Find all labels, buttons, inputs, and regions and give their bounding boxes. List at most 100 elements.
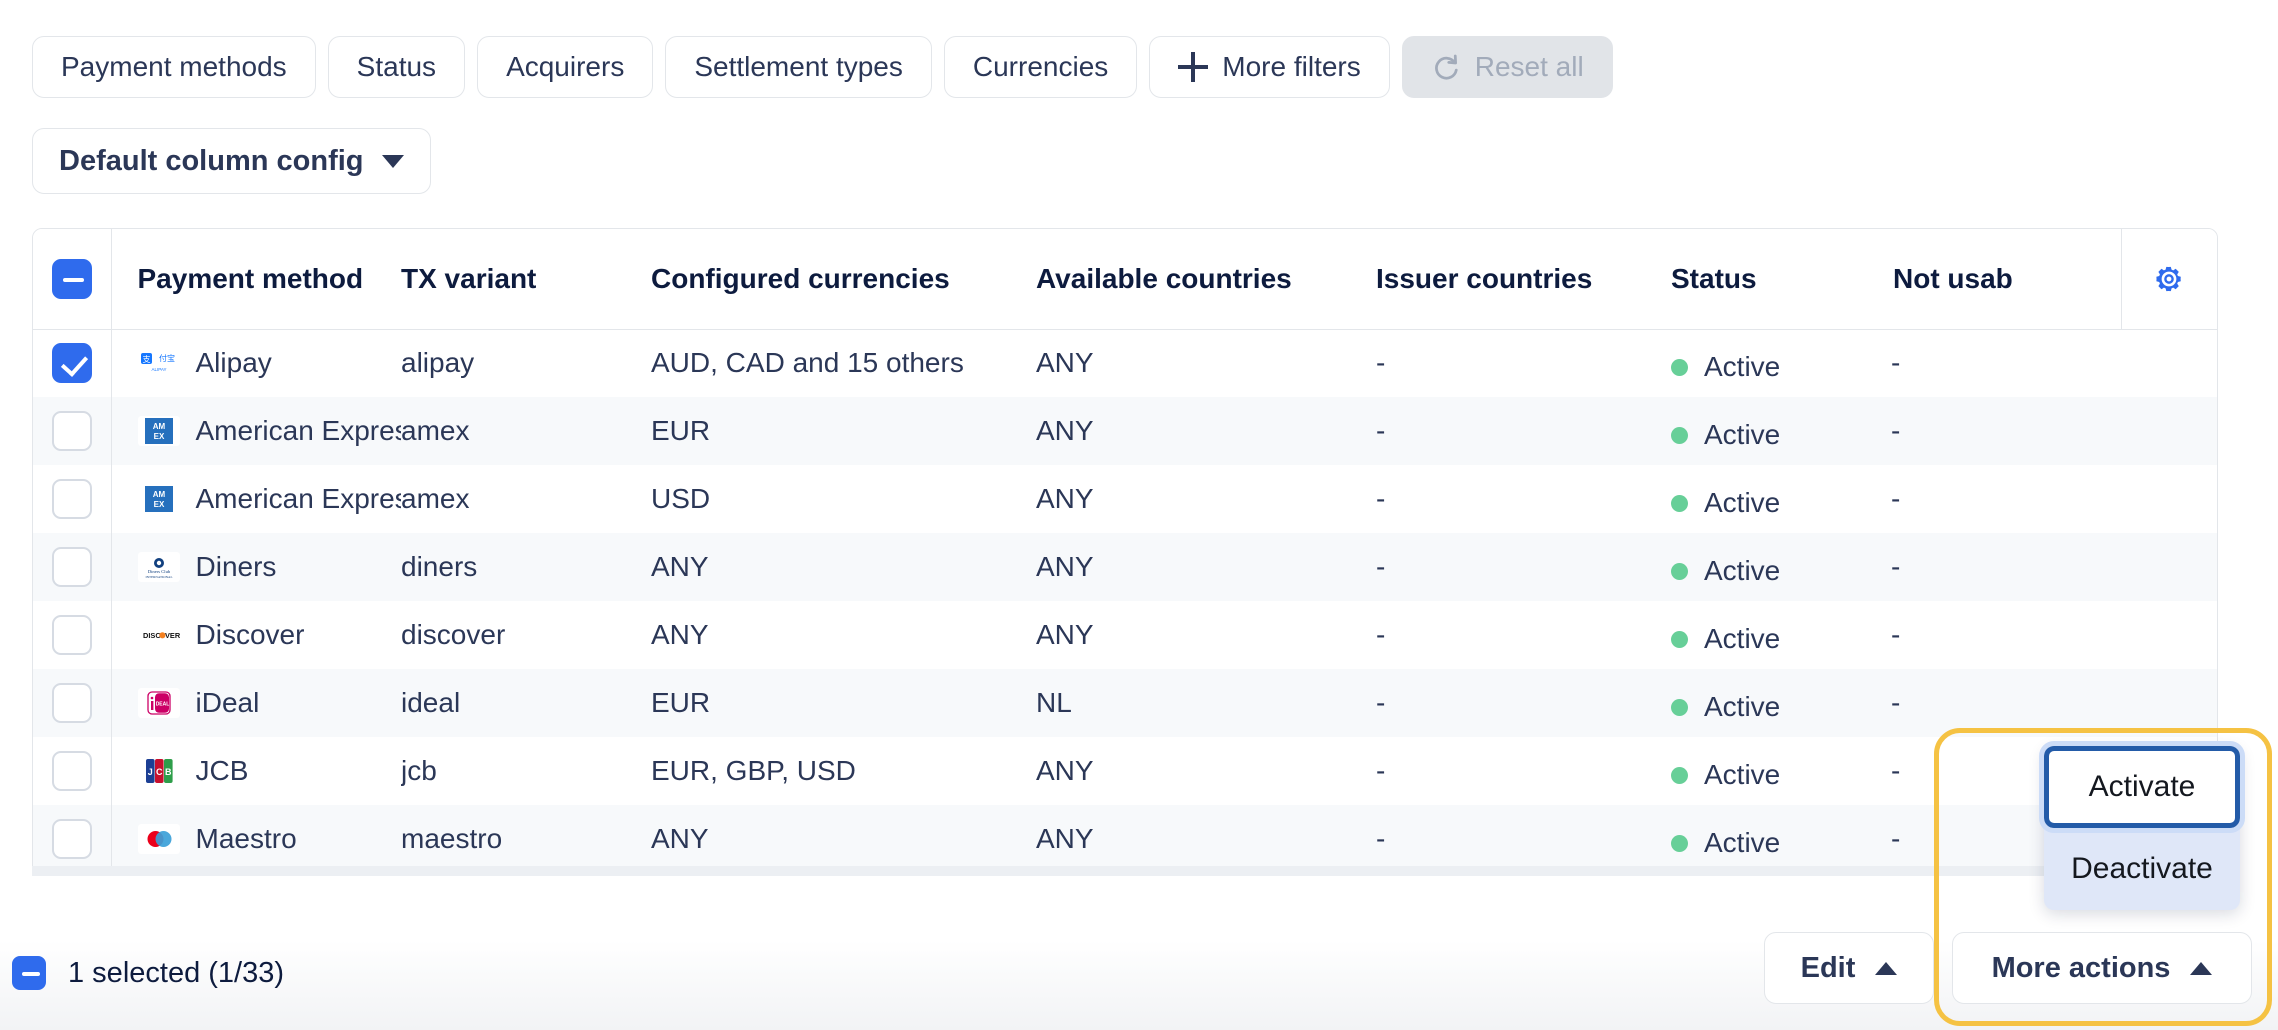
cell-configured-currencies: EUR, GBP, USD (651, 737, 1036, 805)
table-row[interactable]: 支 付宝 ALIPAY Alipay alipay AUD, CAD and 1… (33, 329, 2217, 397)
row-select-cell (33, 465, 112, 533)
status-dot (1671, 766, 1688, 784)
svg-text:EX: EX (153, 500, 164, 509)
status-badge: Active (1704, 555, 1781, 586)
svg-text:支: 支 (142, 354, 150, 364)
default-column-config-button[interactable]: Default column config (32, 128, 431, 194)
column-header-payment-method[interactable]: Payment method (111, 229, 401, 330)
column-config-label: Default column config (59, 144, 364, 177)
row-checkbox[interactable] (51, 547, 92, 587)
column-header-configured-currencies[interactable]: Configured currencies (651, 229, 1036, 330)
status-dot (1671, 358, 1688, 376)
cell-tx-variant: maestro (401, 805, 651, 873)
cell-configured-currencies: ANY (651, 805, 1036, 873)
status-dot (1671, 698, 1688, 716)
column-header-tx-variant[interactable]: TX variant (401, 229, 651, 330)
cell-tx-variant: amex (401, 465, 651, 533)
status-dot (1671, 494, 1688, 512)
cell-available-countries: ANY (1036, 805, 1376, 873)
payment-method-name: JCB (195, 755, 249, 786)
menu-item-deactivate[interactable]: Deactivate (2044, 828, 2240, 910)
row-select-cell (33, 737, 112, 805)
payment-method-name: Maestro (195, 823, 297, 854)
filter-chip-payment-methods[interactable]: Payment methods (32, 36, 316, 98)
payment-method-name: American Express (195, 483, 402, 514)
chevron-up-icon (1875, 961, 1898, 975)
status-dot (1671, 630, 1688, 648)
filter-chip-label: Status (356, 51, 437, 82)
edit-button[interactable]: Edit (1764, 932, 1934, 1004)
status-dot (1671, 834, 1688, 852)
more-actions-button[interactable]: More actions (1952, 932, 2252, 1004)
select-all-header (33, 229, 112, 330)
chevron-up-icon (2190, 961, 2213, 975)
table-row[interactable]: Diners Club INTERNATIONAL Diners diners … (33, 533, 2217, 601)
cell-issuer-countries: - (1376, 329, 1671, 397)
filter-chip-status[interactable]: Status (327, 36, 466, 98)
more-filters-button[interactable]: More filters (1149, 36, 1390, 98)
table-row[interactable]: DEAL iDeal ideal EUR NL - Active - (33, 669, 2217, 737)
table-horizontal-scrollbar[interactable] (32, 866, 2218, 876)
selection-count-label: 1 selected (1/33) (68, 956, 285, 989)
select-all-checkbox[interactable] (51, 258, 92, 299)
cell-not-usable: - (1891, 533, 2121, 601)
svg-text:J: J (147, 767, 152, 777)
filter-chip-settlement-types[interactable]: Settlement types (665, 36, 932, 98)
jcb-logo: J C B (137, 756, 180, 786)
row-checkbox[interactable] (51, 819, 92, 859)
filter-chip-acquirers[interactable]: Acquirers (477, 36, 654, 98)
cell-not-usable: - (1891, 601, 2121, 669)
row-select-cell (33, 601, 112, 669)
payment-methods-page: Payment methods Status Acquirers Settlem… (0, 0, 2278, 1030)
svg-text:DEAL: DEAL (155, 702, 169, 708)
selection-checkbox[interactable] (12, 956, 46, 990)
table-row[interactable]: Maestro maestro ANY ANY - Active - (33, 805, 2217, 873)
cell-status: Active (1671, 805, 1891, 873)
svg-text:INTERNATIONAL: INTERNATIONAL (145, 575, 172, 579)
alipay-logo: 支 付宝 ALIPAY (137, 348, 180, 379)
status-badge: Active (1704, 827, 1781, 858)
table-row[interactable]: DISC VER Discover discover ANY ANY - Act… (33, 601, 2217, 669)
row-checkbox[interactable] (51, 411, 92, 451)
cell-available-countries: ANY (1036, 465, 1376, 533)
row-checkbox[interactable] (51, 479, 92, 519)
table-header-row: Payment method TX variant Configured cur… (33, 229, 2217, 330)
column-header-issuer-countries[interactable]: Issuer countries (1376, 229, 1671, 330)
svg-text:B: B (165, 767, 172, 777)
cell-spacer (2121, 465, 2217, 533)
cell-payment-method: AM EX American Express (111, 465, 401, 533)
menu-item-label: Deactivate (2071, 852, 2213, 885)
cell-payment-method: Diners Club INTERNATIONAL Diners (111, 533, 401, 601)
row-checkbox[interactable] (51, 683, 92, 723)
cell-available-countries: ANY (1036, 397, 1376, 465)
row-checkbox[interactable] (51, 343, 92, 384)
filter-chip-currencies[interactable]: Currencies (943, 36, 1138, 98)
column-header-available-countries[interactable]: Available countries (1036, 229, 1376, 330)
cell-configured-currencies: ANY (651, 533, 1036, 601)
table-row[interactable]: J C B JCB jcb EUR, GBP, USD ANY - Active… (33, 737, 2217, 805)
filter-chip-label: Currencies (972, 51, 1109, 82)
chevron-down-icon (381, 154, 404, 168)
payment-method-name: Discover (195, 619, 305, 650)
reset-all-button[interactable]: Reset all (1401, 36, 1613, 98)
cell-configured-currencies: USD (651, 465, 1036, 533)
svg-text:DISC: DISC (143, 631, 161, 640)
cell-payment-method: DISC VER Discover (111, 601, 401, 669)
table-row[interactable]: AM EX American Express amex EUR ANY - Ac… (33, 397, 2217, 465)
payment-methods-table: Payment method TX variant Configured cur… (32, 228, 2218, 876)
row-checkbox[interactable] (51, 751, 92, 791)
amex-logo: AM EX (137, 484, 180, 514)
row-select-cell (33, 533, 112, 601)
column-header-status[interactable]: Status (1671, 229, 1891, 330)
reset-icon (1434, 54, 1458, 80)
row-checkbox[interactable] (51, 615, 92, 655)
menu-item-activate[interactable]: Activate (2039, 741, 2245, 833)
table-row[interactable]: AM EX American Express amex USD ANY - Ac… (33, 465, 2217, 533)
gear-icon[interactable] (2152, 262, 2186, 296)
cell-not-usable: - (1891, 397, 2121, 465)
amex-logo: AM EX (137, 416, 180, 446)
column-header-not-usable[interactable]: Not usab (1891, 229, 2121, 330)
plus-icon (1178, 52, 1209, 82)
menu-item-label: Activate (2088, 770, 2196, 803)
status-dot (1671, 562, 1688, 580)
